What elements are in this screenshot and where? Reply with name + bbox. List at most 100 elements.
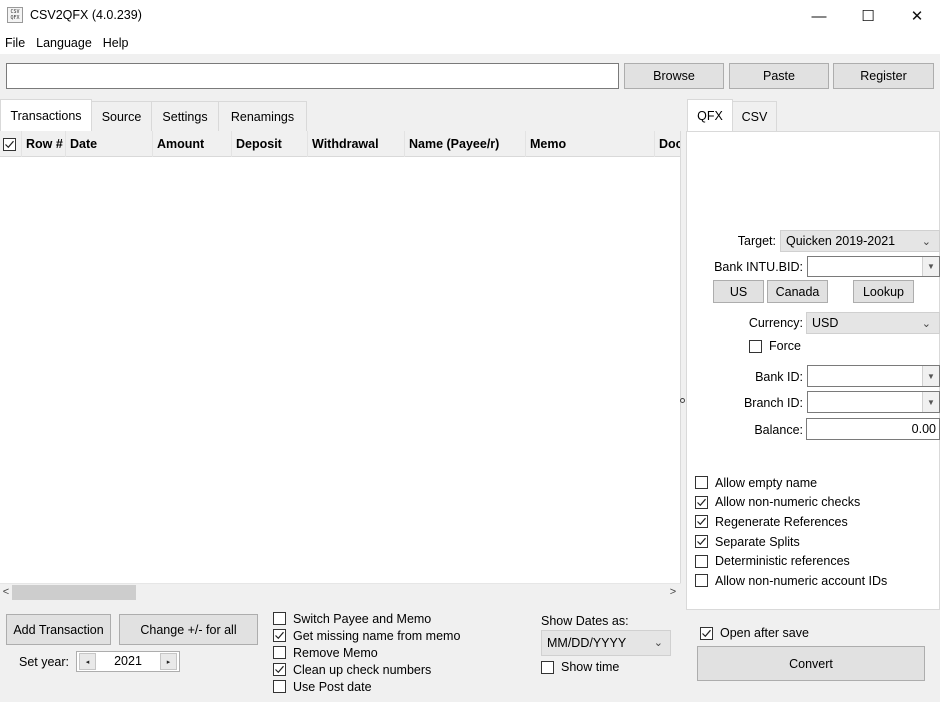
chevron-down-icon: ⌄ xyxy=(921,235,931,248)
year-increment-icon[interactable]: ▸ xyxy=(160,653,177,670)
minimize-button[interactable]: — xyxy=(796,0,842,32)
tab-settings[interactable]: Settings xyxy=(151,101,219,131)
column-date[interactable]: Date xyxy=(66,131,153,157)
show-time-checkbox[interactable]: Show time xyxy=(541,660,619,674)
checkbox-label: Allow non-numeric account IDs xyxy=(715,573,888,588)
get-missing-name-checkbox[interactable]: Get missing name from memo xyxy=(273,627,460,644)
register-button[interactable]: Register xyxy=(833,63,934,89)
open-after-save-checkbox[interactable]: Open after save xyxy=(700,626,809,640)
year-value[interactable]: 2021 xyxy=(99,654,157,668)
column-deposit[interactable]: Deposit xyxy=(232,131,308,157)
regenerate-references-checkbox[interactable]: Regenerate References xyxy=(695,512,887,532)
check-icon xyxy=(695,535,708,549)
tab-qfx[interactable]: QFX xyxy=(687,99,733,131)
target-label: Target: xyxy=(737,234,776,248)
year-stepper[interactable]: ◂ 2021 ▸ xyxy=(76,651,180,672)
bank-intu-bid-label: Bank INTU.BID: xyxy=(714,260,803,274)
qfx-options: Allow empty name Allow non-numeric check… xyxy=(695,473,887,591)
browse-button[interactable]: Browse xyxy=(624,63,724,89)
remove-memo-checkbox[interactable]: Remove Memo xyxy=(273,644,460,661)
column-memo[interactable]: Memo xyxy=(526,131,655,157)
checkbox-label: Open after save xyxy=(720,626,809,640)
checkbox-label: Get missing name from memo xyxy=(293,628,461,643)
checkbox-label: Force xyxy=(769,339,801,353)
chevron-down-icon: ⌄ xyxy=(653,637,663,649)
checkbox-icon xyxy=(749,339,762,353)
balance-input[interactable]: 0.00 xyxy=(806,418,940,440)
checkbox-label: Deterministic references xyxy=(715,554,850,569)
column-amount[interactable]: Amount xyxy=(153,131,232,157)
year-decrement-icon[interactable]: ◂ xyxy=(79,653,96,670)
menu-file[interactable]: File xyxy=(5,36,25,50)
clean-check-numbers-checkbox[interactable]: Clean up check numbers xyxy=(273,661,460,678)
checkbox-label: Use Post date xyxy=(293,679,372,694)
check-icon xyxy=(273,629,286,642)
show-dates-label: Show Dates as: xyxy=(541,614,629,628)
checkbox-icon xyxy=(695,554,708,568)
convert-button[interactable]: Convert xyxy=(697,646,925,681)
force-checkbox[interactable]: Force xyxy=(749,339,801,353)
deterministic-references-checkbox[interactable]: Deterministic references xyxy=(695,551,887,571)
tab-transactions[interactable]: Transactions xyxy=(0,99,92,131)
checkbox-icon xyxy=(695,476,708,490)
lookup-button[interactable]: Lookup xyxy=(853,280,914,303)
checkbox-label: Regenerate References xyxy=(715,514,848,529)
horizontal-scrollbar[interactable]: < > xyxy=(0,583,681,600)
checkbox-icon xyxy=(695,574,708,588)
check-icon xyxy=(700,626,713,640)
column-row-number[interactable]: Row # xyxy=(22,131,66,157)
target-select[interactable]: Quicken 2019-2021 ⌄ xyxy=(780,230,940,252)
menu-bar: File Language Help xyxy=(0,32,940,54)
date-format-value: MM/DD/YYYY xyxy=(547,636,627,650)
check-icon xyxy=(3,137,16,151)
scroll-right-arrow-icon[interactable]: > xyxy=(667,584,679,600)
bank-id-input[interactable]: ▼ xyxy=(807,365,940,387)
canada-button[interactable]: Canada xyxy=(767,280,828,303)
us-button[interactable]: US xyxy=(713,280,764,303)
scrollbar-thumb[interactable] xyxy=(12,585,136,600)
check-icon xyxy=(695,495,708,509)
use-post-date-checkbox[interactable]: Use Post date xyxy=(273,678,460,695)
switch-payee-memo-checkbox[interactable]: Switch Payee and Memo xyxy=(273,610,460,627)
tab-renamings[interactable]: Renamings xyxy=(218,101,307,131)
allow-empty-name-checkbox[interactable]: Allow empty name xyxy=(695,473,887,493)
menu-help[interactable]: Help xyxy=(103,36,129,50)
dropdown-arrow-icon[interactable]: ▼ xyxy=(922,366,939,386)
column-name-payee[interactable]: Name (Payee/r) xyxy=(405,131,526,157)
checkbox-icon xyxy=(273,680,286,693)
column-doc[interactable]: Doc xyxy=(655,131,680,157)
checkbox-label: Clean up check numbers xyxy=(293,662,432,677)
maximize-button[interactable]: ☐ xyxy=(845,0,891,32)
tab-source[interactable]: Source xyxy=(91,101,152,131)
checkbox-icon xyxy=(541,660,554,674)
bank-intu-bid-input[interactable]: ▼ xyxy=(807,256,940,277)
tab-csv[interactable]: CSV xyxy=(732,101,777,131)
allow-non-numeric-account-ids-checkbox[interactable]: Allow non-numeric account IDs xyxy=(695,571,887,591)
change-sign-button[interactable]: Change +/- for all xyxy=(119,614,258,645)
currency-select[interactable]: USD ⌄ xyxy=(806,312,940,334)
checkbox-label: Allow empty name xyxy=(715,475,818,490)
add-transaction-button[interactable]: Add Transaction xyxy=(6,614,111,645)
transactions-table[interactable]: Row # Date Amount Deposit Withdrawal Nam… xyxy=(0,131,681,600)
window-title: CSV2QFX (4.0.239) xyxy=(30,8,142,22)
column-withdrawal[interactable]: Withdrawal xyxy=(308,131,405,157)
allow-non-numeric-checks-checkbox[interactable]: Allow non-numeric checks xyxy=(695,493,887,513)
balance-label: Balance: xyxy=(754,423,803,437)
bank-id-label: Bank ID: xyxy=(755,370,803,384)
import-options: Switch Payee and Memo Get missing name f… xyxy=(273,610,460,695)
dropdown-arrow-icon[interactable]: ▼ xyxy=(922,392,939,412)
splitter-handle[interactable] xyxy=(680,398,685,403)
dropdown-arrow-icon[interactable]: ▼ xyxy=(922,257,939,276)
branch-id-input[interactable]: ▼ xyxy=(807,391,940,413)
checkbox-icon xyxy=(273,646,286,659)
menu-language[interactable]: Language xyxy=(36,36,92,50)
separate-splits-checkbox[interactable]: Separate Splits xyxy=(695,532,887,552)
paste-button[interactable]: Paste xyxy=(729,63,829,89)
select-all-checkbox[interactable] xyxy=(0,131,22,157)
file-path-input[interactable] xyxy=(6,63,619,89)
check-icon xyxy=(695,515,708,529)
close-button[interactable]: ✕ xyxy=(894,0,940,32)
checkbox-label: Show time xyxy=(561,660,620,674)
date-format-select[interactable]: MM/DD/YYYY ⌄ xyxy=(541,630,671,656)
scroll-left-arrow-icon[interactable]: < xyxy=(0,584,12,600)
